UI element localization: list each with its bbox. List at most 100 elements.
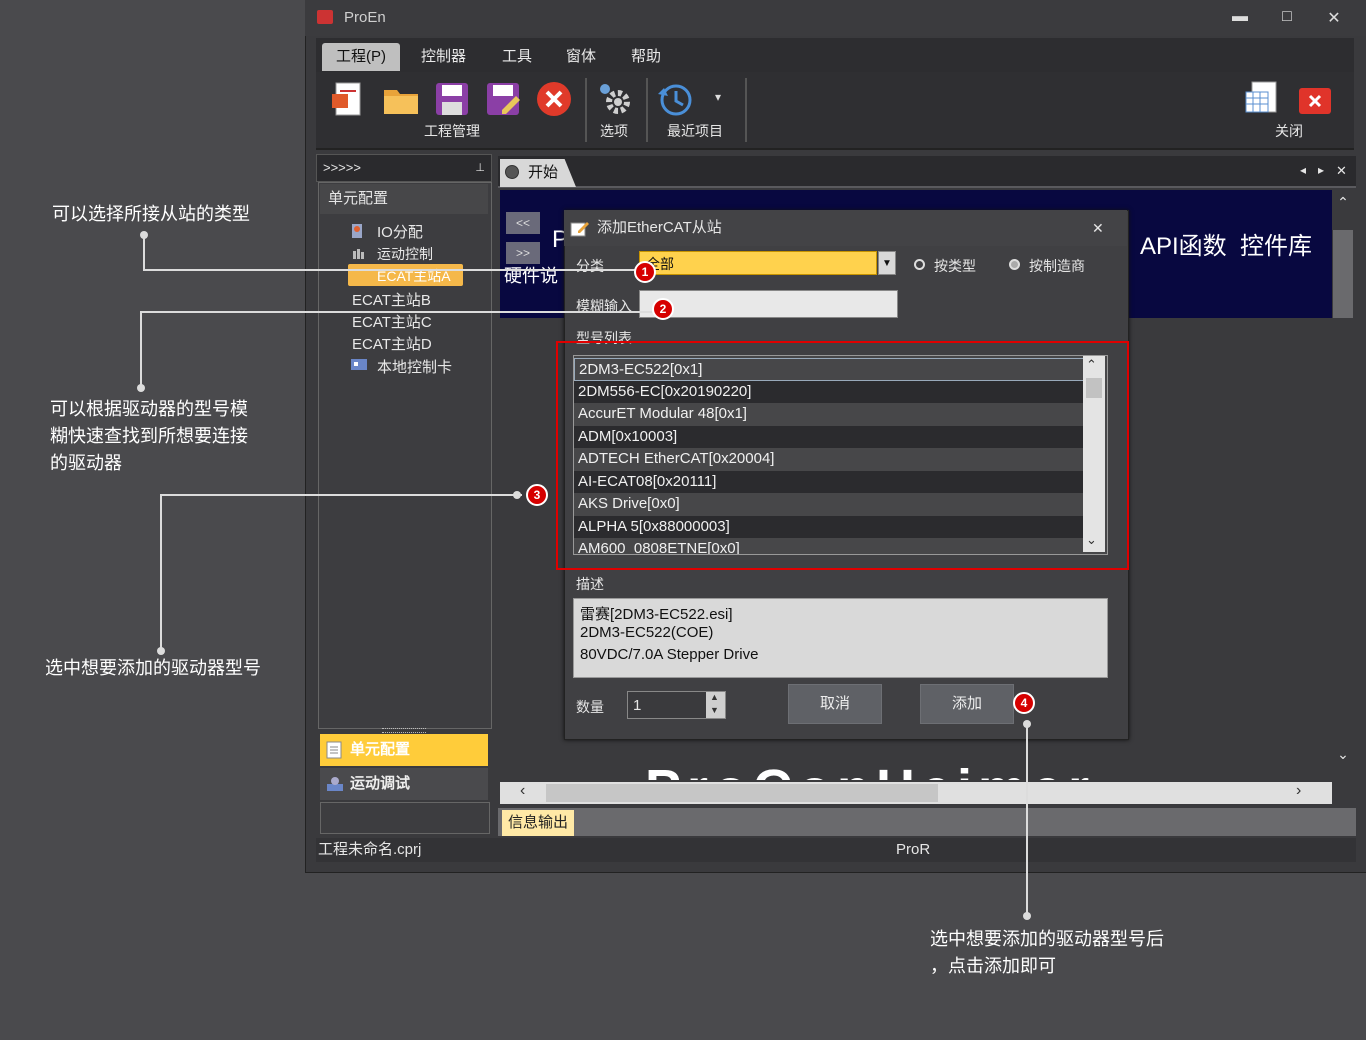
toolbar-divider xyxy=(646,78,648,142)
expand-chevrons[interactable]: >>>>> xyxy=(317,160,361,175)
description-box: 雷赛[2DM3-EC522.esi] 2DM3-EC522(COE) 80VDC… xyxy=(573,598,1108,678)
gear-icon[interactable] xyxy=(596,80,634,118)
close-window-button[interactable]: ✕ xyxy=(1322,8,1346,28)
radio-by-vendor-label: 按制造商 xyxy=(1029,258,1085,274)
category-dropdown-icon[interactable]: ▼ xyxy=(878,251,896,275)
table-icon[interactable] xyxy=(1244,80,1282,118)
leader-line xyxy=(160,495,162,651)
annotation-2-line2: 糊快速查找到所想要连接 xyxy=(50,426,248,446)
cancel-button[interactable]: 取消 xyxy=(788,684,882,724)
maximize-button[interactable]: □ xyxy=(1275,8,1299,26)
leader-dot xyxy=(513,491,521,499)
annotation-3: 选中想要添加的驱动器型号 xyxy=(45,658,261,678)
add-button[interactable]: 添加 xyxy=(920,684,1014,724)
left-panel-header: >>>>> ⊥ xyxy=(316,154,492,182)
recent-label: 最近项目 xyxy=(667,123,723,139)
leader-dot xyxy=(137,384,145,392)
fuzzy-search-input[interactable] xyxy=(639,290,898,318)
save-as-icon[interactable] xyxy=(484,80,522,118)
tree-motion[interactable]: 运动控制 xyxy=(377,244,433,264)
document-tab-bar xyxy=(498,156,1356,188)
tree-ecat-d[interactable]: ECAT主站D xyxy=(352,333,432,354)
radio-by-type[interactable] xyxy=(914,259,925,270)
menu-controller[interactable]: 控制器 xyxy=(407,43,480,71)
dialog-title-bar: 添加EtherCAT从站 ✕ xyxy=(564,210,1127,246)
menu-project[interactable]: 工程(P) xyxy=(322,43,400,71)
leader-line xyxy=(140,311,142,389)
status-center: ProR xyxy=(896,841,931,858)
tab-info-output[interactable]: 信息输出 xyxy=(502,810,575,836)
minimize-button[interactable]: ▬ xyxy=(1228,8,1252,26)
save-icon[interactable] xyxy=(433,80,471,118)
close-label: 关闭 xyxy=(1275,123,1303,139)
leader-line xyxy=(143,236,145,271)
scroll-right-icon[interactable]: › xyxy=(1296,782,1301,800)
vertical-scroll-thumb[interactable] xyxy=(1333,230,1353,318)
scroll-up-icon[interactable]: ⌃ xyxy=(1334,194,1352,211)
step-badge-3: 3 xyxy=(526,484,548,506)
debug-icon xyxy=(327,777,343,791)
scroll-down-icon[interactable]: ⌄ xyxy=(1334,746,1352,763)
radio-by-type-label: 按类型 xyxy=(934,258,976,274)
spin-up-icon[interactable]: ▲ xyxy=(710,692,719,702)
tab-close-icon[interactable] xyxy=(505,165,519,179)
splitter-grip[interactable] xyxy=(382,728,426,733)
category-label: 分类 xyxy=(576,258,604,274)
radio-by-vendor[interactable] xyxy=(1009,259,1020,270)
tab-scroll-right-icon[interactable]: ▸ xyxy=(1318,163,1324,177)
options-label: 选项 xyxy=(600,123,628,139)
status-filename: 工程未命名.cprj xyxy=(318,841,422,858)
spin-down-icon[interactable]: ▼ xyxy=(710,705,719,715)
history-icon[interactable] xyxy=(656,80,694,118)
step-badge-2: 2 xyxy=(652,298,674,320)
leader-dot xyxy=(1023,912,1031,920)
app-title: ProEn xyxy=(344,9,386,26)
close-project-icon[interactable] xyxy=(535,80,573,118)
leader-line xyxy=(140,311,652,313)
horizontal-scrollbar[interactable]: ‹ › xyxy=(500,782,1332,804)
info-output-bar xyxy=(498,808,1356,836)
tab-start-label: 开始 xyxy=(528,164,559,181)
banner-sub-text: 硬件说 xyxy=(504,266,558,286)
io-icon xyxy=(352,224,362,238)
toolbar-divider xyxy=(585,78,587,142)
tree-ecat-b[interactable]: ECAT主站B xyxy=(352,289,431,310)
annotation-2-line1: 可以根据驱动器的型号模 xyxy=(50,399,248,419)
horizontal-scroll-thumb[interactable] xyxy=(546,784,938,802)
tab-unit-config[interactable]: 单元配置 xyxy=(320,734,488,766)
tree-io[interactable]: IO分配 xyxy=(377,221,423,242)
leader-line xyxy=(1026,724,1028,914)
menu-tools[interactable]: 工具 xyxy=(488,43,546,71)
open-folder-icon[interactable] xyxy=(382,80,420,118)
menu-help[interactable]: 帮助 xyxy=(617,43,675,71)
description-line: 80VDC/7.0A Stepper Drive xyxy=(580,646,759,663)
document-icon xyxy=(326,741,342,759)
tree-local-card[interactable]: 本地控制卡 xyxy=(377,356,452,377)
leader-dot xyxy=(140,231,148,239)
quantity-spin-buttons[interactable]: ▲ ▼ xyxy=(706,692,725,718)
new-project-icon[interactable] xyxy=(330,80,368,118)
tab-motion-debug[interactable]: 运动调试 xyxy=(320,768,488,800)
vertical-scrollbar[interactable]: ⌃ ⌄ xyxy=(1332,190,1354,780)
dialog-close-icon[interactable]: ✕ xyxy=(1092,210,1104,246)
recent-dropdown-icon[interactable]: ▾ xyxy=(715,90,721,104)
leader-dot xyxy=(157,647,165,655)
model-list-highlight-box xyxy=(556,341,1129,570)
left-panel-footer xyxy=(320,802,490,834)
annotation-2-line3: 的驱动器 xyxy=(50,453,122,473)
api-functions-link[interactable]: API函数 xyxy=(1140,226,1227,261)
close-red-icon[interactable] xyxy=(1296,82,1334,120)
description-label: 描述 xyxy=(576,576,604,592)
annotation-4-line2: ，点击添加即可 xyxy=(930,956,1056,976)
nav-next-button[interactable]: >> xyxy=(506,242,540,264)
nav-prev-button[interactable]: << xyxy=(506,212,540,234)
description-line: 雷赛[2DM3-EC522.esi] xyxy=(580,606,733,623)
doc-close-icon[interactable]: ✕ xyxy=(1336,163,1347,179)
menu-window[interactable]: 窗体 xyxy=(552,43,610,71)
pin-icon[interactable]: ⊥ xyxy=(475,155,485,181)
widget-library-link[interactable]: 控件库 xyxy=(1240,226,1312,261)
scroll-left-icon[interactable]: ‹ xyxy=(520,782,525,800)
tab-scroll-left-icon[interactable]: ◂ xyxy=(1300,163,1306,177)
category-select[interactable]: 全部 xyxy=(639,251,877,275)
tree-ecat-c[interactable]: ECAT主站C xyxy=(352,311,432,332)
